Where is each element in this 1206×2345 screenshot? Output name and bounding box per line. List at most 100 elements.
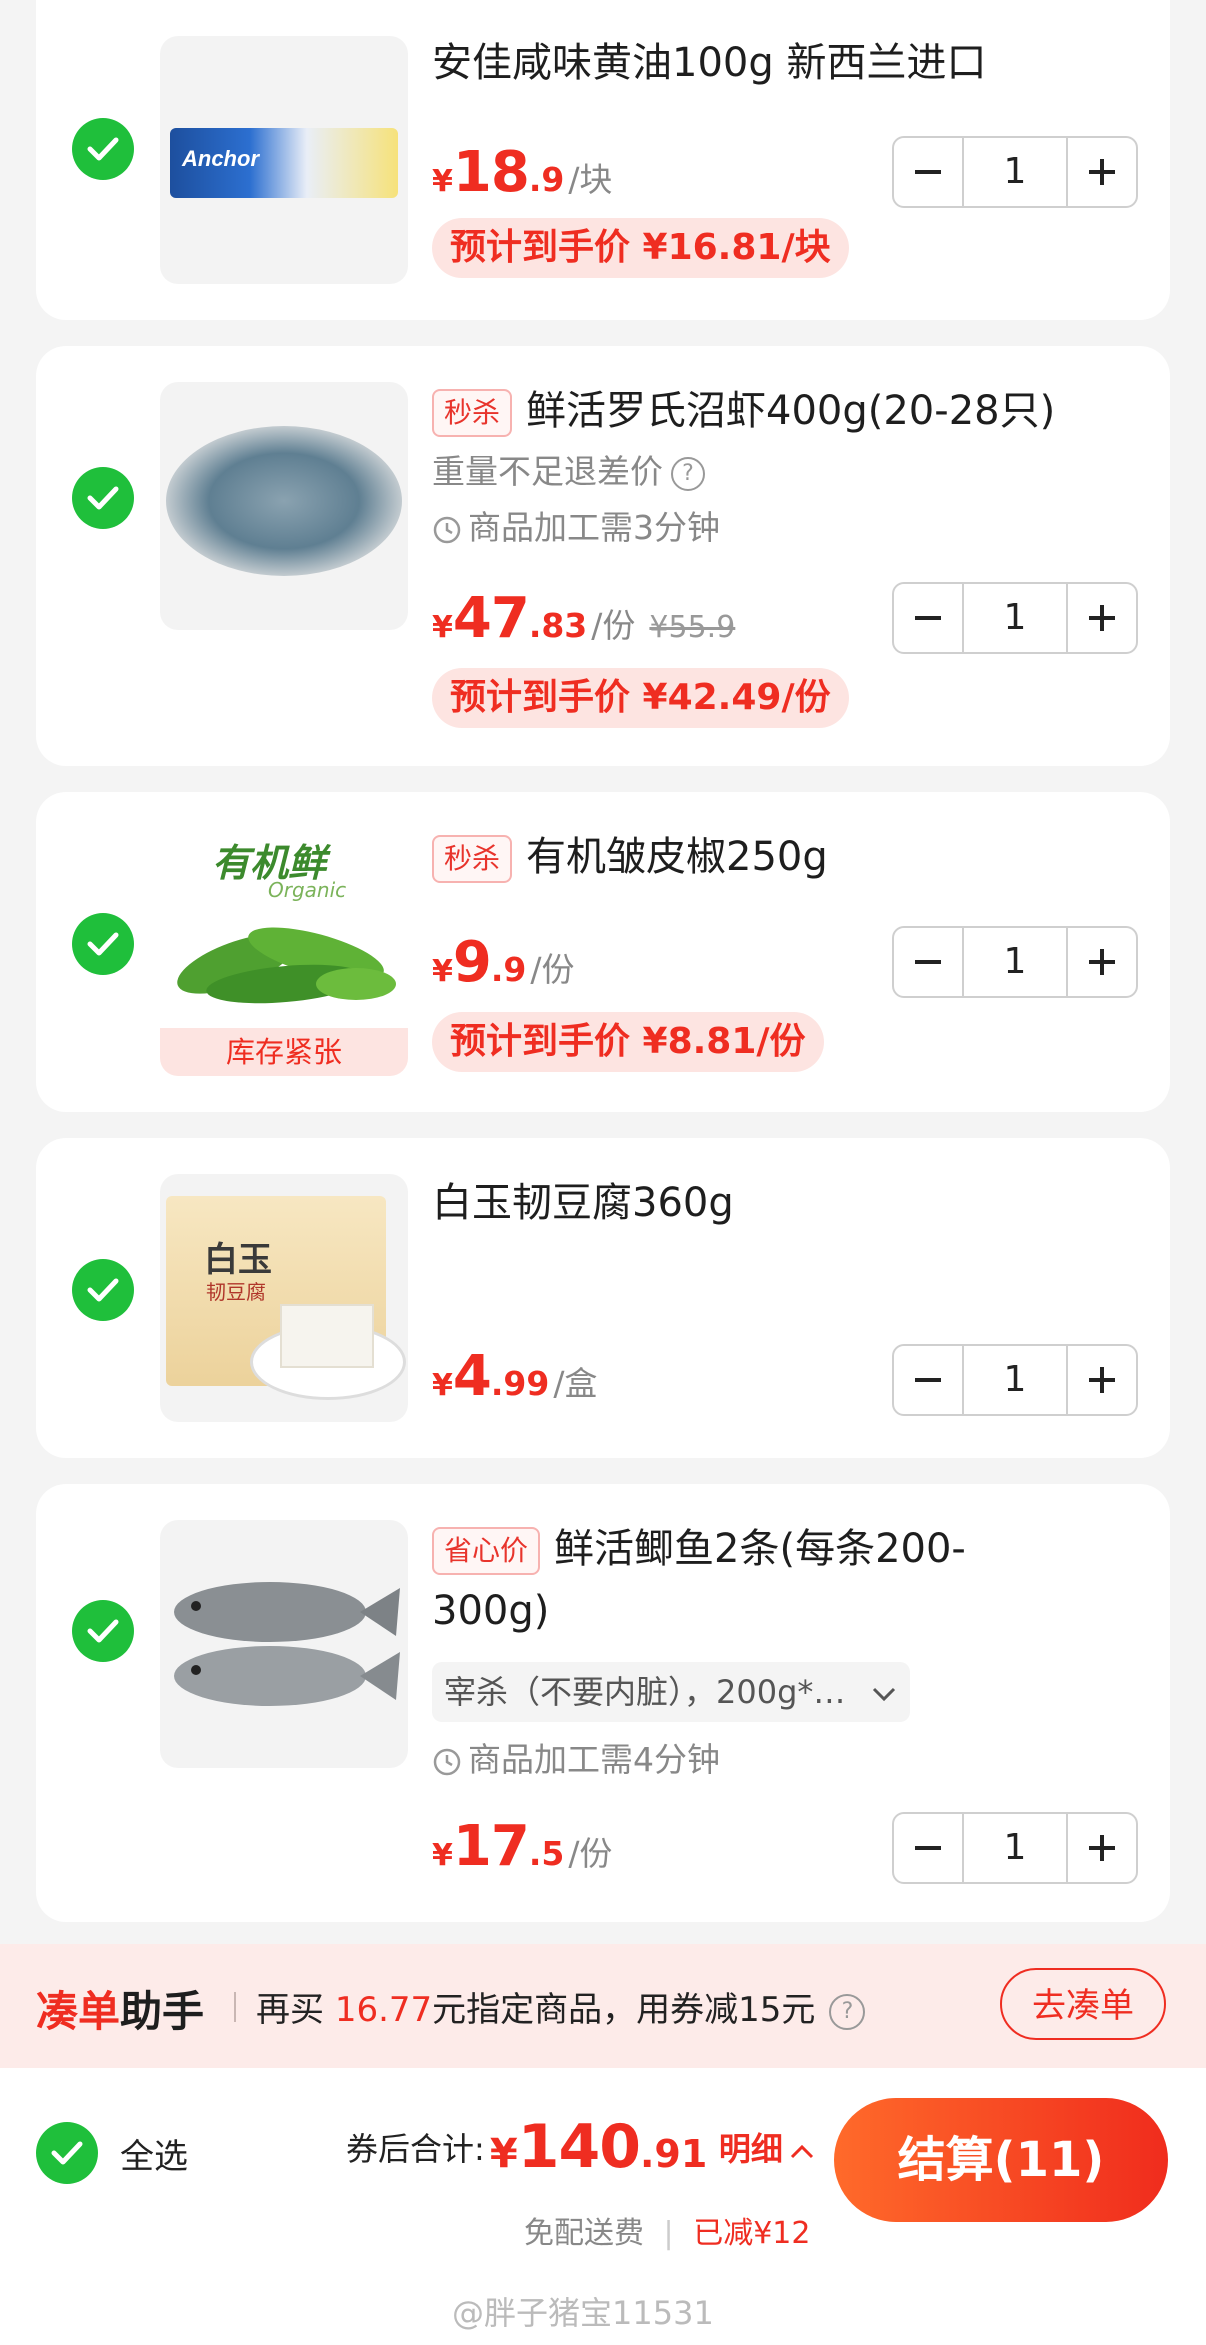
- decrease-button[interactable]: [894, 584, 962, 652]
- help-icon[interactable]: ?: [829, 1993, 866, 2030]
- plus-icon: [1089, 605, 1115, 631]
- decrease-button[interactable]: [894, 928, 962, 996]
- check-icon: [87, 486, 119, 510]
- check-icon: [87, 1278, 119, 1302]
- decrease-button[interactable]: [894, 1814, 962, 1882]
- estimated-price: 预计到手价 ¥16.81/块: [432, 218, 849, 278]
- minus-icon: [915, 170, 941, 174]
- organic-sublabel: Organic: [268, 878, 347, 902]
- tofu-sublabel: 韧豆腐: [206, 1280, 266, 1304]
- decrease-button[interactable]: [894, 1346, 962, 1414]
- fish-illustration: [174, 1582, 400, 1706]
- tofu-block: [280, 1304, 374, 1368]
- minus-icon: [915, 1846, 941, 1850]
- product-image[interactable]: 白玉 韧豆腐: [160, 1174, 408, 1422]
- brand-logo: Anchor: [182, 146, 259, 171]
- helper-message: 再买 16.77元指定商品，用券减15元?: [256, 1982, 866, 2031]
- quantity-value[interactable]: 1: [962, 928, 1068, 996]
- plus-icon: [1089, 949, 1115, 975]
- item-checkbox[interactable]: [72, 1600, 134, 1662]
- butter-pack-image: Anchor: [170, 128, 398, 198]
- select-all[interactable]: 全选: [36, 2122, 188, 2184]
- select-all-label: 全选: [120, 2136, 188, 2177]
- item-checkbox[interactable]: [72, 467, 134, 529]
- clock-icon: [433, 1748, 461, 1775]
- flash-sale-tag: 秒杀: [432, 835, 513, 883]
- cart-item-tofu: 白玉 韧豆腐 白玉韧豆腐360g ¥4.99/盒 1: [36, 1138, 1170, 1458]
- quantity-value[interactable]: 1: [962, 1814, 1068, 1882]
- check-icon: [51, 2141, 83, 2165]
- check-icon: [87, 932, 119, 956]
- refund-notice: 重量不足退差价?: [432, 450, 705, 494]
- chevron-up-icon: [790, 2144, 813, 2159]
- plus-icon: [1089, 1367, 1115, 1393]
- check-icon: [87, 137, 119, 161]
- increase-button[interactable]: [1068, 928, 1136, 996]
- checkout-button[interactable]: 结算(11): [834, 2098, 1168, 2222]
- plus-icon: [1089, 159, 1115, 185]
- price: ¥4.99/盒: [432, 1344, 598, 1409]
- minus-icon: [915, 960, 941, 964]
- increase-button[interactable]: [1068, 138, 1136, 206]
- product-image[interactable]: 有机鲜 Organic 库存紧张: [160, 828, 408, 1076]
- quantity-stepper[interactable]: 1: [892, 1344, 1138, 1416]
- product-title[interactable]: 秒杀 鲜活罗氏沼虾400g(20-28只): [432, 384, 1055, 438]
- processing-time: 商品加工需4分钟: [432, 1738, 720, 1782]
- pepper-illustration: [177, 927, 396, 1004]
- quantity-stepper[interactable]: 1: [892, 1812, 1138, 1884]
- fee-info: 免配送费 | 已减¥12: [524, 2216, 811, 2251]
- price: ¥17.5/份: [432, 1814, 613, 1879]
- total: 券后合计: ¥140.91 明细: [346, 2112, 815, 2182]
- product-image[interactable]: Anchor: [160, 36, 408, 284]
- plus-icon: [1089, 1835, 1115, 1861]
- cart-item-shrimp: 秒杀 鲜活罗氏沼虾400g(20-28只) 重量不足退差价? 商品加工需3分钟 ¥…: [36, 346, 1170, 766]
- chevron-down-icon: [872, 1687, 895, 1702]
- add-on-button[interactable]: 去凑单: [1000, 1968, 1166, 2040]
- product-title-line2[interactable]: 300g): [432, 1584, 549, 1638]
- minus-icon: [915, 1378, 941, 1382]
- quantity-value[interactable]: 1: [962, 138, 1068, 206]
- help-icon[interactable]: ?: [671, 456, 705, 491]
- value-price-tag: 省心价: [432, 1527, 541, 1575]
- decrease-button[interactable]: [894, 138, 962, 206]
- quantity-stepper[interactable]: 1: [892, 136, 1138, 208]
- price: ¥18.9/块: [432, 140, 613, 205]
- quantity-stepper[interactable]: 1: [892, 582, 1138, 654]
- increase-button[interactable]: [1068, 584, 1136, 652]
- flash-sale-tag: 秒杀: [432, 389, 513, 437]
- item-checkbox[interactable]: [72, 118, 134, 180]
- product-image[interactable]: [160, 382, 408, 630]
- product-title[interactable]: 安佳咸味黄油100g 新西兰进口: [432, 36, 986, 90]
- product-title[interactable]: 秒杀 有机皱皮椒250g: [432, 830, 828, 884]
- item-checkbox[interactable]: [72, 913, 134, 975]
- select-all-checkbox[interactable]: [36, 2122, 98, 2184]
- cart-item-pepper: 有机鲜 Organic 库存紧张 秒杀 有机皱皮椒250g ¥9.9/份 预计到手…: [36, 792, 1170, 1112]
- check-icon: [87, 1619, 119, 1643]
- estimated-price: 预计到手价 ¥42.49/份: [432, 668, 849, 728]
- minus-icon: [915, 616, 941, 620]
- watermark: @胖子猪宝11531: [452, 2294, 714, 2332]
- tofu-label: 白玉: [204, 1240, 272, 1280]
- quantity-stepper[interactable]: 1: [892, 926, 1138, 998]
- product-title[interactable]: 白玉韧豆腐360g: [432, 1176, 734, 1230]
- product-image[interactable]: [160, 1520, 408, 1768]
- item-checkbox[interactable]: [72, 1259, 134, 1321]
- increase-button[interactable]: [1068, 1346, 1136, 1414]
- order-helper-bar: 凑单助手 再买 16.77元指定商品，用券减15元? 去凑单: [0, 1944, 1206, 2068]
- price: ¥47.83/份 ¥55.9: [432, 586, 736, 651]
- price: ¥9.9/份: [432, 930, 575, 995]
- increase-button[interactable]: [1068, 1814, 1136, 1882]
- cart-item-butter: Anchor 安佳咸味黄油100g 新西兰进口 ¥18.9/块 预计到手价 ¥1…: [36, 0, 1170, 320]
- quantity-value[interactable]: 1: [962, 584, 1068, 652]
- estimated-price: 预计到手价 ¥8.81/份: [432, 1012, 824, 1072]
- variant-selector[interactable]: 宰杀（不要内脏），200g*…: [432, 1662, 910, 1722]
- processing-time: 商品加工需3分钟: [432, 506, 720, 550]
- low-stock-badge: 库存紧张: [160, 1028, 408, 1076]
- detail-toggle[interactable]: 明细: [719, 2130, 815, 2168]
- product-title[interactable]: 省心价 鲜活鲫鱼2条(每条200-: [432, 1522, 966, 1576]
- cart-item-fish: 省心价 鲜活鲫鱼2条(每条200- 300g) 宰杀（不要内脏），200g*… 商…: [36, 1484, 1170, 1922]
- total-price: ¥140.91: [489, 2112, 708, 2182]
- quantity-value[interactable]: 1: [962, 1346, 1068, 1414]
- helper-title: 凑单助手: [36, 1987, 205, 2036]
- helper-divider: [234, 1992, 236, 2022]
